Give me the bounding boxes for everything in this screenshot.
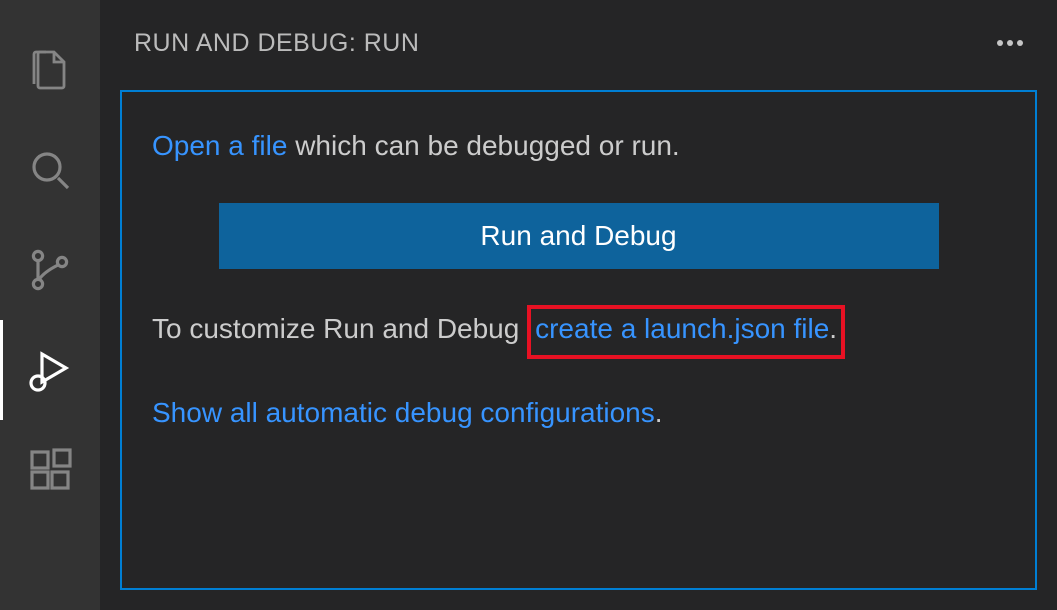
panel-title: RUN AND DEBUG: RUN <box>134 29 419 58</box>
activity-source-control[interactable] <box>0 220 100 320</box>
customize-paragraph: To customize Run and Debug create a laun… <box>152 305 1005 360</box>
create-launch-json-link[interactable]: create a launch.json file <box>535 313 829 344</box>
app-root: RUN AND DEBUG: RUN Open a file which can… <box>0 0 1057 610</box>
source-control-icon <box>26 246 74 294</box>
ellipsis-icon <box>997 40 1003 46</box>
activity-search[interactable] <box>0 120 100 220</box>
open-file-text: which can be debugged or run. <box>287 130 679 161</box>
activity-extensions[interactable] <box>0 420 100 520</box>
show-all-suffix: . <box>655 397 663 428</box>
search-icon <box>26 146 74 194</box>
open-file-link[interactable]: Open a file <box>152 130 287 161</box>
activity-bar <box>0 0 100 610</box>
run-debug-icon <box>26 346 74 394</box>
activity-run-debug[interactable] <box>0 320 100 420</box>
files-icon <box>26 46 74 94</box>
activity-explorer[interactable] <box>0 20 100 120</box>
create-launch-highlight: create a launch.json file. <box>527 305 845 360</box>
run-and-debug-button[interactable]: Run and Debug <box>219 203 939 269</box>
customize-prefix: To customize Run and Debug <box>152 313 527 344</box>
panel-header: RUN AND DEBUG: RUN <box>100 0 1057 86</box>
run-debug-panel: RUN AND DEBUG: RUN Open a file which can… <box>100 0 1057 610</box>
panel-content: Open a file which can be debugged or run… <box>120 90 1037 590</box>
customize-suffix: . <box>829 313 837 344</box>
open-file-paragraph: Open a file which can be debugged or run… <box>152 126 1005 167</box>
extensions-icon <box>26 446 74 494</box>
show-all-configs-link[interactable]: Show all automatic debug configurations <box>152 397 655 428</box>
more-actions-button[interactable] <box>997 40 1023 46</box>
show-all-paragraph: Show all automatic debug configurations. <box>152 393 1005 434</box>
